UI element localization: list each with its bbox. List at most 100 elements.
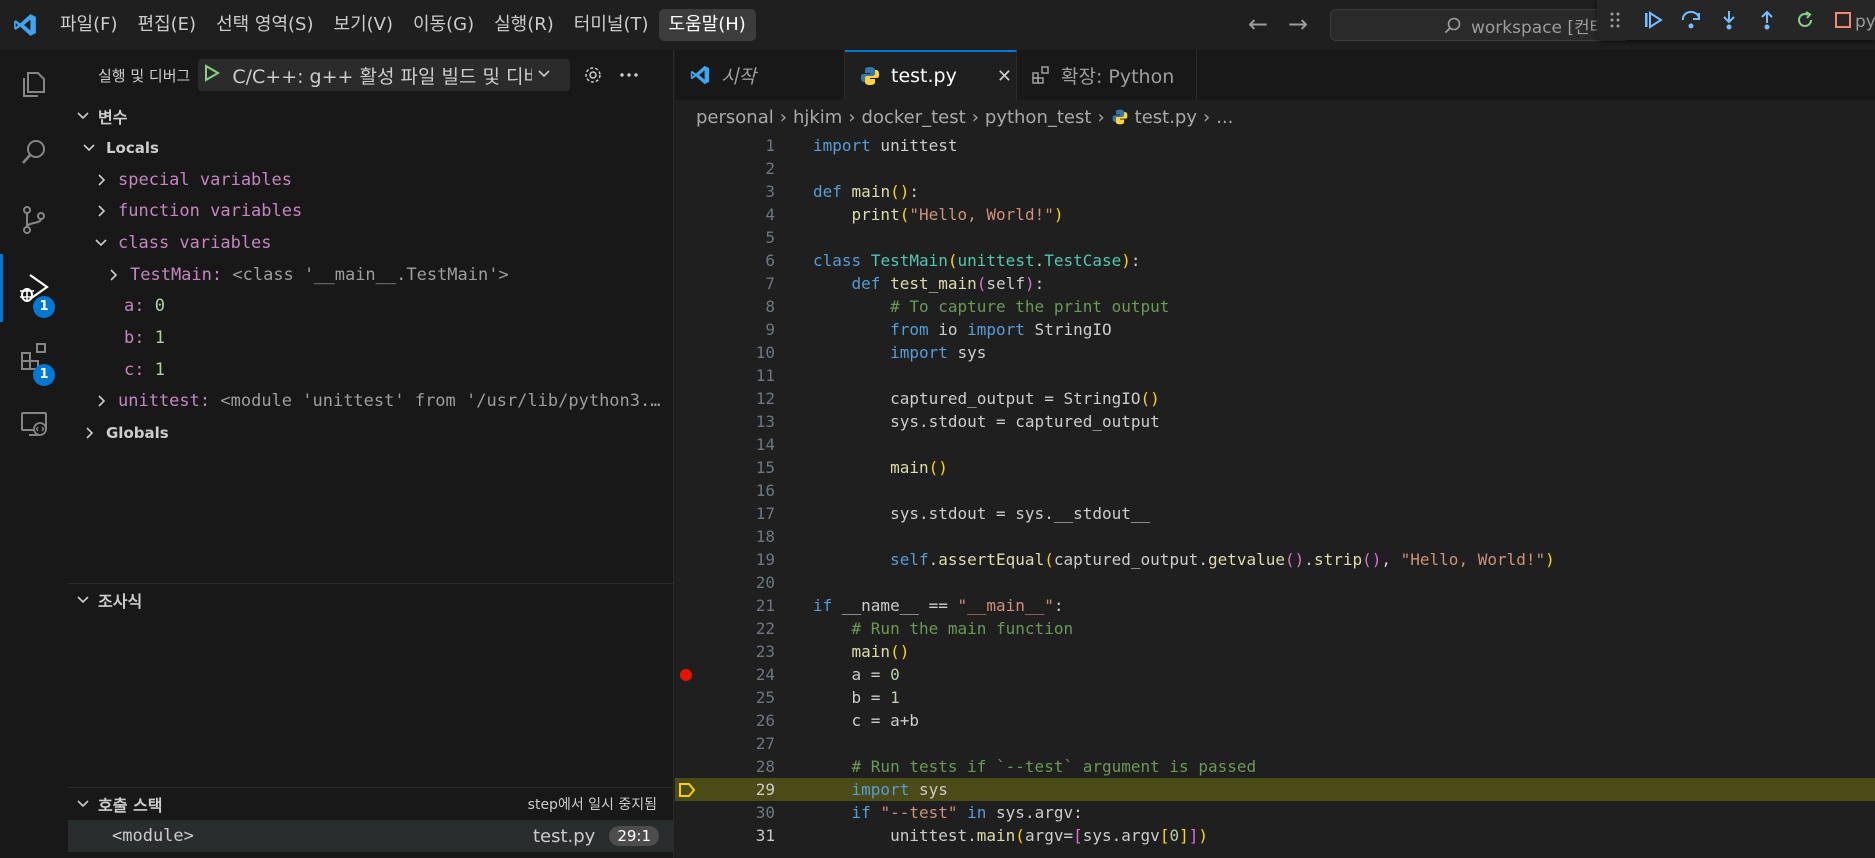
- frame-position-badge: 29:1: [609, 826, 659, 846]
- menu-help[interactable]: 도움말(H): [658, 9, 756, 41]
- continue-icon[interactable]: [1641, 8, 1665, 32]
- chevron-right-icon: ›: [971, 106, 979, 128]
- menu-go[interactable]: 이동(G): [403, 9, 484, 41]
- gutter[interactable]: [675, 732, 725, 755]
- menu-run[interactable]: 실행(R): [484, 9, 564, 41]
- back-arrow-icon[interactable]: ←: [1245, 8, 1271, 40]
- tree-row-function-variables[interactable]: function variables: [68, 195, 673, 227]
- tab-test-py[interactable]: test.py ✕: [845, 50, 1017, 100]
- forward-arrow-icon[interactable]: →: [1285, 8, 1311, 40]
- gutter[interactable]: [675, 571, 725, 594]
- gutter[interactable]: [675, 134, 725, 157]
- more-actions-icon[interactable]: [616, 62, 642, 88]
- breakpoint-icon[interactable]: [680, 669, 692, 681]
- variable-name: c:: [124, 359, 145, 380]
- call-stack-header[interactable]: 호출 스택 step에서 일시 중지됨: [68, 788, 673, 820]
- search-icon[interactable]: [0, 118, 68, 186]
- menu-selection[interactable]: 선택 영역(S): [206, 9, 323, 41]
- gutter[interactable]: [675, 180, 725, 203]
- gutter[interactable]: [675, 594, 725, 617]
- gutter[interactable]: [675, 778, 725, 801]
- code-line: 1 import unittest: [675, 134, 1875, 157]
- gutter[interactable]: [675, 318, 725, 341]
- breadcrumb-item[interactable]: ...: [1216, 107, 1233, 128]
- gutter[interactable]: [675, 525, 725, 548]
- code-line: 5: [675, 226, 1875, 249]
- tree-row-special-variables[interactable]: special variables: [68, 164, 673, 196]
- gutter[interactable]: [675, 479, 725, 502]
- globals-scope[interactable]: Globals: [68, 417, 673, 449]
- breadcrumb-item[interactable]: python_test: [985, 107, 1092, 128]
- source-control-icon[interactable]: [0, 186, 68, 254]
- code-editor[interactable]: 1 import unittest 2 3 def main(): 4 print(…: [675, 134, 1875, 858]
- tree-row-a[interactable]: a: 0: [68, 290, 673, 322]
- gutter[interactable]: [675, 249, 725, 272]
- watch-header[interactable]: 조사식: [68, 584, 673, 616]
- tree-row-c[interactable]: c: 1: [68, 354, 673, 386]
- chevron-right-icon: ›: [779, 106, 787, 128]
- step-out-icon[interactable]: [1755, 8, 1779, 32]
- gutter[interactable]: [675, 617, 725, 640]
- gutter[interactable]: [675, 295, 725, 318]
- call-stack-frame[interactable]: <module> test.py 29:1: [68, 820, 673, 852]
- gutter[interactable]: [675, 456, 725, 479]
- gutter[interactable]: [675, 801, 725, 824]
- drag-handle-icon[interactable]: [1603, 8, 1627, 32]
- remote-explorer-icon[interactable]: [0, 390, 68, 458]
- step-into-icon[interactable]: [1717, 8, 1741, 32]
- code-line: 19 self.assertEqual(captured_output.getv…: [675, 548, 1875, 571]
- gutter[interactable]: [675, 686, 725, 709]
- gutter[interactable]: [675, 341, 725, 364]
- launch-config-dropdown[interactable]: C/C++: g++ 활성 파일 빌드 및 디버: [198, 59, 571, 91]
- gutter[interactable]: [675, 203, 725, 226]
- locals-scope[interactable]: Locals: [68, 132, 673, 164]
- gutter[interactable]: [675, 387, 725, 410]
- extensions-icon[interactable]: 1: [0, 322, 68, 390]
- gutter[interactable]: [675, 824, 725, 847]
- gutter[interactable]: [675, 226, 725, 249]
- tree-row-class-variables[interactable]: class variables: [68, 227, 673, 259]
- frame-name: <module>: [112, 826, 194, 846]
- tree-row-unittest[interactable]: unittest: <module 'unittest' from '/usr/…: [68, 386, 673, 418]
- chevron-down-icon: [68, 593, 98, 607]
- frame-file: test.py: [532, 825, 596, 847]
- tab-welcome[interactable]: 시작: [675, 50, 845, 100]
- menu-terminal[interactable]: 터미널(T): [564, 9, 659, 41]
- step-over-icon[interactable]: [1679, 8, 1703, 32]
- gutter[interactable]: [675, 410, 725, 433]
- menu-file[interactable]: 파일(F): [50, 9, 128, 41]
- close-icon[interactable]: ✕: [997, 66, 1012, 87]
- menu-bar: 파일(F) 편집(E) 선택 영역(S) 보기(V) 이동(G) 실행(R) 터…: [50, 0, 756, 50]
- command-center-text: workspace [컨테: [1471, 17, 1606, 38]
- run-and-debug-icon[interactable]: 1: [0, 254, 68, 322]
- breadcrumb-item[interactable]: personal: [696, 107, 774, 128]
- breadcrumb-item[interactable]: docker_test: [862, 107, 966, 128]
- gutter[interactable]: [675, 755, 725, 778]
- line-number: 5: [765, 228, 775, 247]
- tab-extension-python[interactable]: 확장: Python: [1017, 50, 1197, 100]
- code-text: import unittest: [813, 136, 958, 155]
- breadcrumb-item[interactable]: test.py: [1135, 107, 1197, 128]
- gutter[interactable]: [675, 640, 725, 663]
- stop-icon[interactable]: [1831, 8, 1855, 32]
- gutter[interactable]: [675, 433, 725, 456]
- gear-icon[interactable]: [580, 62, 606, 88]
- command-center-search[interactable]: workspace [컨테: [1330, 9, 1630, 41]
- gutter[interactable]: [675, 709, 725, 732]
- breadcrumb-item[interactable]: hjkim: [793, 107, 842, 128]
- tree-row-b[interactable]: b: 1: [68, 322, 673, 354]
- gutter[interactable]: [675, 157, 725, 180]
- gutter[interactable]: [675, 502, 725, 525]
- code-text: from io import StringIO: [890, 320, 1112, 339]
- gutter[interactable]: [675, 663, 725, 686]
- explorer-icon[interactable]: [0, 50, 68, 118]
- tree-row-testmain[interactable]: TestMain: <class '__main__.TestMain'>: [68, 259, 673, 291]
- start-debugging-icon[interactable]: [204, 63, 221, 87]
- gutter[interactable]: [675, 548, 725, 571]
- gutter[interactable]: [675, 364, 725, 387]
- variables-header[interactable]: 변수: [68, 100, 673, 132]
- restart-icon[interactable]: [1793, 8, 1817, 32]
- gutter[interactable]: [675, 272, 725, 295]
- menu-view[interactable]: 보기(V): [324, 9, 403, 41]
- menu-edit[interactable]: 편집(E): [128, 9, 207, 41]
